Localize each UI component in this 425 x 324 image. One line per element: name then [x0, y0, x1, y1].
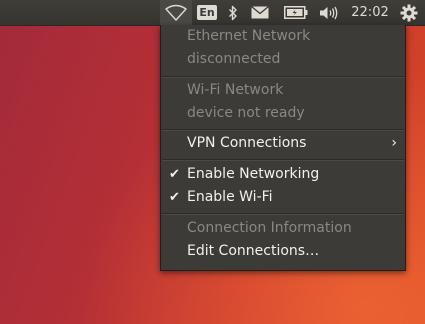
enable-networking-item[interactable]: ✔ Enable Networking — [161, 163, 405, 186]
ethernet-status: disconnected — [187, 51, 281, 67]
connection-information-item: Connection Information — [187, 220, 352, 236]
checkmark-icon: ✔ — [169, 190, 180, 205]
sound-indicator[interactable] — [316, 0, 342, 25]
network-menu: Ethernet Network disconnected Wi-Fi Netw… — [160, 25, 406, 271]
battery-indicator[interactable] — [282, 0, 310, 25]
chevron-right-icon: › — [391, 135, 397, 151]
ethernet-network-header: Ethernet Network — [187, 28, 311, 44]
menu-separator — [162, 129, 404, 131]
wifi-status: device not ready — [187, 105, 305, 121]
bluetooth-icon — [229, 5, 237, 20]
keyboard-layout-indicator[interactable]: En — [196, 0, 218, 25]
menu-separator — [162, 213, 404, 215]
messaging-indicator[interactable] — [248, 0, 272, 25]
system-menu-indicator[interactable] — [396, 0, 422, 25]
language-badge: En — [197, 5, 217, 20]
gear-icon — [400, 4, 418, 21]
volume-icon — [320, 6, 338, 19]
checkmark-icon: ✔ — [169, 167, 180, 182]
desktop: En 22:02 Ethernet Network disconnected W… — [0, 0, 425, 324]
clock[interactable]: 22:02 — [348, 0, 392, 25]
edit-connections-item[interactable]: Edit Connections… — [161, 240, 405, 263]
top-panel: En 22:02 — [0, 0, 425, 26]
wifi-network-header: Wi-Fi Network — [187, 82, 284, 98]
vpn-connections-item[interactable]: VPN Connections › — [161, 132, 405, 155]
mail-icon — [251, 6, 269, 19]
enable-wifi-item[interactable]: ✔ Enable Wi-Fi — [161, 186, 405, 209]
network-indicator[interactable] — [160, 0, 192, 25]
wifi-icon — [165, 4, 187, 21]
battery-icon — [284, 6, 308, 19]
bluetooth-indicator[interactable] — [224, 0, 242, 25]
menu-separator — [162, 76, 404, 78]
menu-separator — [162, 159, 404, 161]
